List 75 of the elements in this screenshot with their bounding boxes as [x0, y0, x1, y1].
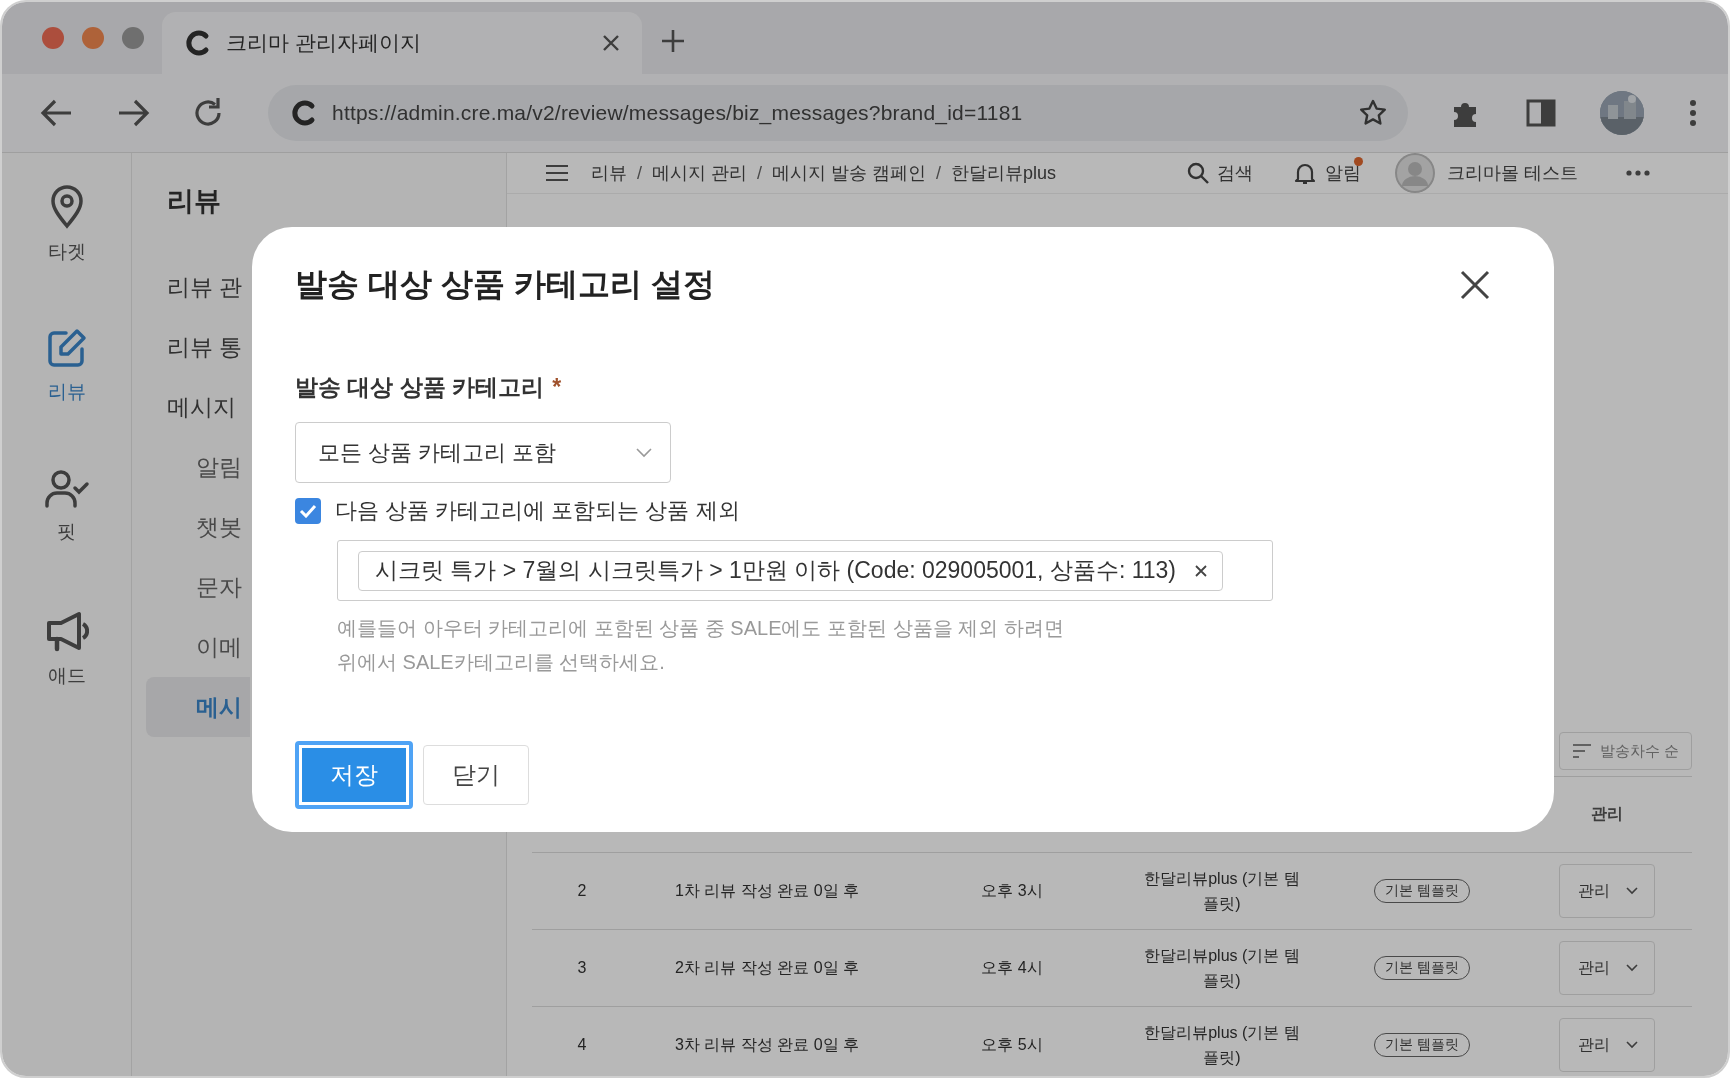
trigger-cell-text: 3차 리뷰 작성 완료 0일 후	[674, 1034, 860, 1055]
search-icon	[1187, 162, 1209, 184]
megaphone-icon	[44, 611, 89, 653]
breadcrumb-separator: /	[757, 162, 763, 184]
search-button[interactable]: 검색	[1187, 161, 1253, 185]
remove-icon[interactable]	[1194, 563, 1208, 578]
sort-icon	[1571, 743, 1592, 759]
menu-item[interactable]: 리뷰 관	[146, 257, 250, 317]
menu-item[interactable]: 리뷰 통	[146, 317, 250, 377]
side-panel-icon[interactable]	[1526, 99, 1556, 127]
menu-icon[interactable]	[545, 164, 569, 182]
time-cell-text: 오후 5시	[980, 1034, 1044, 1055]
trigger-cell-text: 1차 리뷰 작성 완료 0일 후	[674, 880, 860, 901]
category-select[interactable]: 모든 상품 카테고리 포함	[295, 422, 671, 483]
menu-item[interactable]: 문자	[146, 557, 250, 617]
field-label: 발송 대상 상품 카테고리	[295, 372, 545, 402]
save-button[interactable]: 저장	[295, 741, 413, 809]
address-bar[interactable]: https://admin.cre.ma/v2/review/messages/biz_messages?brand_id=1181	[268, 85, 1408, 141]
help-text: 예를들어 아우터 카테고리에 포함된 상품 중 SALE에도 포함된 상품을 제외 하려면 위에서 SALE카테고리를 선택하세요.	[337, 616, 1065, 675]
breadcrumb-separator: /	[936, 162, 942, 184]
close-icon[interactable]	[1460, 270, 1490, 300]
exclude-checkbox[interactable]	[295, 498, 321, 524]
manage-dropdown[interactable]: 관리	[1559, 941, 1655, 995]
url-text: https://admin.cre.ma/v2/review/messages/biz_messages?brand_id=1181	[332, 101, 1024, 125]
more-icon[interactable]	[1626, 170, 1650, 176]
check-icon	[299, 504, 317, 518]
template-cell-text: 한달리뷰plus (기본 템플릿)	[1143, 1023, 1301, 1068]
chevron-down-icon	[1626, 887, 1638, 895]
star-icon[interactable]	[1358, 98, 1388, 128]
menu-title: 리뷰	[167, 185, 222, 218]
template-cell-text: 한달리뷰plus (기본 템플릿)	[1143, 869, 1301, 914]
user-name[interactable]: 크리마몰 테스트	[1447, 161, 1578, 185]
forward-icon[interactable]	[116, 98, 150, 128]
tab-title: 크리마 관리자페이지	[226, 30, 422, 56]
edit-icon	[45, 327, 88, 369]
rail-item[interactable]: 애드	[2, 609, 131, 751]
alarm-button[interactable]: 알림	[1293, 161, 1361, 185]
user-check-icon	[43, 469, 90, 509]
time-cell-text: 오후 3시	[980, 880, 1044, 901]
menu-item[interactable]: 메시지	[146, 377, 250, 437]
time-cell-text: 오후 4시	[980, 957, 1044, 978]
menu-item[interactable]: 챗봇	[146, 497, 250, 557]
chevron-down-icon	[1626, 964, 1638, 972]
rail-item[interactable]: 타겟	[2, 183, 131, 325]
menu-item[interactable]: 이메	[146, 617, 250, 677]
profile-avatar[interactable]	[1600, 91, 1644, 135]
breadcrumb-link[interactable]: 리뷰	[591, 161, 627, 185]
checkbox-label[interactable]: 다음 상품 카테고리에 포함되는 상품 제외	[335, 496, 740, 526]
column-header: 관리	[1590, 804, 1624, 824]
close-button[interactable]: 닫기	[423, 745, 529, 805]
breadcrumb-link[interactable]: 메시지 관리	[652, 161, 748, 185]
modal-title: 발송 대상 상품 카테고리 설정	[295, 265, 715, 304]
template-cell-text: 한달리뷰plus (기본 템플릿)	[1143, 946, 1301, 991]
category-tag-field[interactable]: 시크릿 특가 > 7월의 시크릿특가 > 1만원 이하 (Code: 029005001, 상품수: 113)	[337, 540, 1273, 601]
browser-tab[interactable]: 크리마 관리자페이지	[162, 12, 642, 74]
reload-icon[interactable]	[192, 97, 224, 129]
chevron-down-icon	[636, 447, 652, 458]
manage-dropdown[interactable]: 관리	[1559, 864, 1655, 918]
breadcrumb-separator: /	[637, 162, 642, 184]
manage-dropdown[interactable]: 관리	[1559, 1018, 1655, 1072]
trigger-cell-text: 2차 리뷰 작성 완료 0일 후	[674, 957, 860, 978]
chevron-down-icon	[1626, 1041, 1638, 1049]
required-mark: *	[552, 373, 562, 401]
breadcrumb-link[interactable]: 한달리뷰plus	[951, 161, 1057, 185]
back-icon[interactable]	[40, 98, 74, 128]
menu-item[interactable]: 알림	[146, 437, 250, 497]
id-cell-text: 2	[576, 882, 588, 900]
bell-icon	[1293, 161, 1317, 185]
category-tag: 시크릿 특가 > 7월의 시크릿특가 > 1만원 이하 (Code: 029005001, 상품수: 113)	[358, 550, 1223, 591]
breadcrumb-link[interactable]: 메시지 발송 캠페인	[772, 161, 927, 185]
rail-item[interactable]: 핏	[2, 467, 131, 609]
id-cell-text: 3	[576, 959, 588, 977]
new-tab-icon[interactable]	[660, 28, 686, 54]
more-vertical-icon[interactable]	[1688, 98, 1698, 128]
id-cell-text: 4	[576, 1036, 588, 1054]
